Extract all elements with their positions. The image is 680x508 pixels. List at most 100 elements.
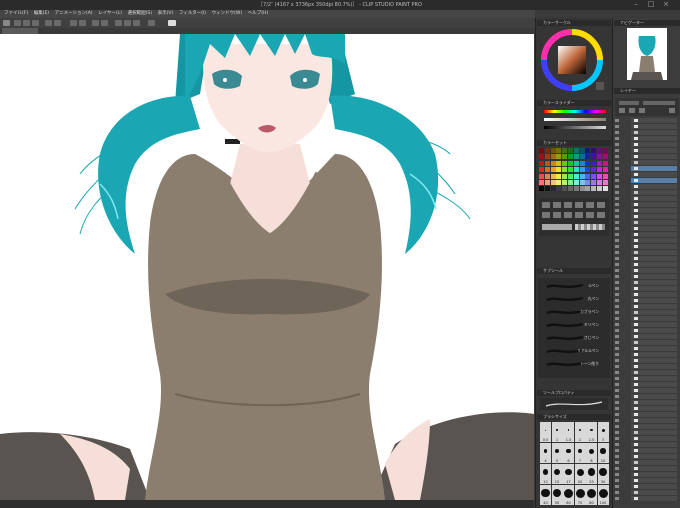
snap-icon[interactable] xyxy=(115,20,122,26)
sub-tool-item[interactable]: トーン削り xyxy=(545,360,601,368)
visibility-eye-icon[interactable] xyxy=(615,287,619,290)
menu-layer[interactable]: レイヤー(L) xyxy=(98,10,122,18)
visibility-eye-icon[interactable] xyxy=(615,209,619,212)
visibility-eye-icon[interactable] xyxy=(615,167,619,170)
visibility-eye-icon[interactable] xyxy=(615,173,619,176)
visibility-eye-icon[interactable] xyxy=(615,461,619,464)
color-swatch[interactable] xyxy=(585,160,591,166)
color-swatch[interactable] xyxy=(568,180,573,185)
color-swatch[interactable] xyxy=(579,160,585,166)
color-swatch[interactable] xyxy=(544,148,550,153)
visibility-eye-icon[interactable] xyxy=(615,281,619,284)
color-swatch[interactable] xyxy=(568,160,573,166)
brush-size-option[interactable]: 1.5 xyxy=(563,422,574,442)
sub-tool-item[interactable]: 丸ペン xyxy=(545,295,601,303)
minimize-icon[interactable]: – xyxy=(630,0,642,10)
new-folder-icon[interactable] xyxy=(629,108,635,113)
color-swatch[interactable] xyxy=(591,154,597,160)
color-swatch[interactable] xyxy=(591,160,597,166)
visibility-eye-icon[interactable] xyxy=(615,371,619,374)
color-swatch[interactable] xyxy=(539,154,544,160)
color-swatch[interactable] xyxy=(573,154,579,160)
color-swatch[interactable] xyxy=(539,148,544,153)
color-swatch[interactable] xyxy=(591,173,597,179)
new-file-icon[interactable] xyxy=(14,20,21,26)
open-file-icon[interactable] xyxy=(23,20,30,26)
color-swatch[interactable] xyxy=(550,154,556,160)
visibility-eye-icon[interactable] xyxy=(615,197,619,200)
current-color-chip[interactable] xyxy=(596,82,604,90)
color-swatch[interactable] xyxy=(550,148,556,153)
color-swatch[interactable] xyxy=(573,160,579,166)
sub-tool-item[interactable]: ミリペン xyxy=(545,321,601,329)
color-swatch[interactable] xyxy=(562,186,568,192)
menu-animation[interactable]: アニメーション(A) xyxy=(55,10,93,18)
figure-tool-icon[interactable] xyxy=(564,212,572,218)
menu-file[interactable]: ファイル(F) xyxy=(4,10,28,18)
brush-size-option[interactable]: 12 xyxy=(540,464,551,484)
visibility-eye-icon[interactable] xyxy=(615,449,619,452)
visibility-eye-icon[interactable] xyxy=(615,323,619,326)
select-tool-icon[interactable] xyxy=(564,202,572,208)
color-set-grid[interactable] xyxy=(539,148,609,194)
visibility-eye-icon[interactable] xyxy=(615,341,619,344)
color-swatch[interactable] xyxy=(585,167,591,173)
visibility-eye-icon[interactable] xyxy=(615,131,619,134)
brush-size-option[interactable]: 100 xyxy=(597,485,609,505)
ruler-icon[interactable] xyxy=(148,20,155,26)
color-swatch[interactable] xyxy=(544,154,550,160)
visibility-eye-icon[interactable] xyxy=(615,419,619,422)
visibility-eye-icon[interactable] xyxy=(615,329,619,332)
color-swatch[interactable] xyxy=(568,154,573,160)
color-swatch[interactable] xyxy=(597,167,602,173)
visibility-eye-icon[interactable] xyxy=(615,425,619,428)
color-swatch[interactable] xyxy=(585,154,591,160)
sub-tool-item[interactable]: カブラペン xyxy=(545,308,601,316)
sub-tool-item[interactable]: Gペン xyxy=(545,282,601,290)
color-swatch[interactable] xyxy=(556,160,562,166)
visibility-eye-icon[interactable] xyxy=(615,119,619,122)
menu-view[interactable]: 表示(V) xyxy=(158,10,174,18)
clear-icon[interactable] xyxy=(70,20,77,26)
color-swatch[interactable] xyxy=(556,186,562,192)
color-swatch[interactable] xyxy=(550,180,556,185)
color-swatch[interactable] xyxy=(573,148,579,153)
visibility-eye-icon[interactable] xyxy=(615,455,619,458)
brush-size-option[interactable]: 80 xyxy=(586,485,597,505)
visibility-eye-icon[interactable] xyxy=(615,491,619,494)
visibility-eye-icon[interactable] xyxy=(615,395,619,398)
layer-row[interactable] xyxy=(615,496,677,502)
visibility-eye-icon[interactable] xyxy=(615,317,619,320)
close-icon[interactable]: × xyxy=(660,0,672,10)
brush-size-option[interactable]: 10 xyxy=(597,443,609,463)
visibility-eye-icon[interactable] xyxy=(615,299,619,302)
color-swatch[interactable] xyxy=(562,180,568,185)
sub-tool-item[interactable]: リアルGペン xyxy=(545,347,601,355)
brush-size-option[interactable]: 30 xyxy=(597,464,609,484)
visibility-eye-icon[interactable] xyxy=(615,161,619,164)
gradient-tool-icon[interactable] xyxy=(553,212,561,218)
brush-size-option[interactable]: 70 xyxy=(574,485,586,505)
visibility-eye-icon[interactable] xyxy=(615,473,619,476)
color-swatch[interactable] xyxy=(544,160,550,166)
menu-window[interactable]: ウィンドウ(W) xyxy=(212,10,242,18)
visibility-eye-icon[interactable] xyxy=(615,137,619,140)
color-swatch[interactable] xyxy=(579,154,585,160)
color-swatch[interactable] xyxy=(579,148,585,153)
sub-tool-item[interactable]: さじペン xyxy=(545,334,601,342)
brush-size-option[interactable]: 1 xyxy=(551,422,563,442)
fill-tool-icon[interactable] xyxy=(542,212,550,218)
redo-icon[interactable] xyxy=(54,20,61,26)
color-swatch[interactable] xyxy=(556,173,562,179)
color-swatch[interactable] xyxy=(579,173,585,179)
color-swatch[interactable] xyxy=(539,180,544,185)
brush-size-option[interactable]: 2.5 xyxy=(586,422,597,442)
maximize-icon[interactable]: □ xyxy=(645,0,657,10)
visibility-eye-icon[interactable] xyxy=(615,443,619,446)
color-swatch[interactable] xyxy=(585,148,591,153)
color-swatch[interactable] xyxy=(544,173,550,179)
snap-ruler-icon[interactable] xyxy=(124,20,131,26)
color-swatch[interactable] xyxy=(602,186,608,192)
save-icon[interactable] xyxy=(32,20,39,26)
visibility-eye-icon[interactable] xyxy=(615,185,619,188)
